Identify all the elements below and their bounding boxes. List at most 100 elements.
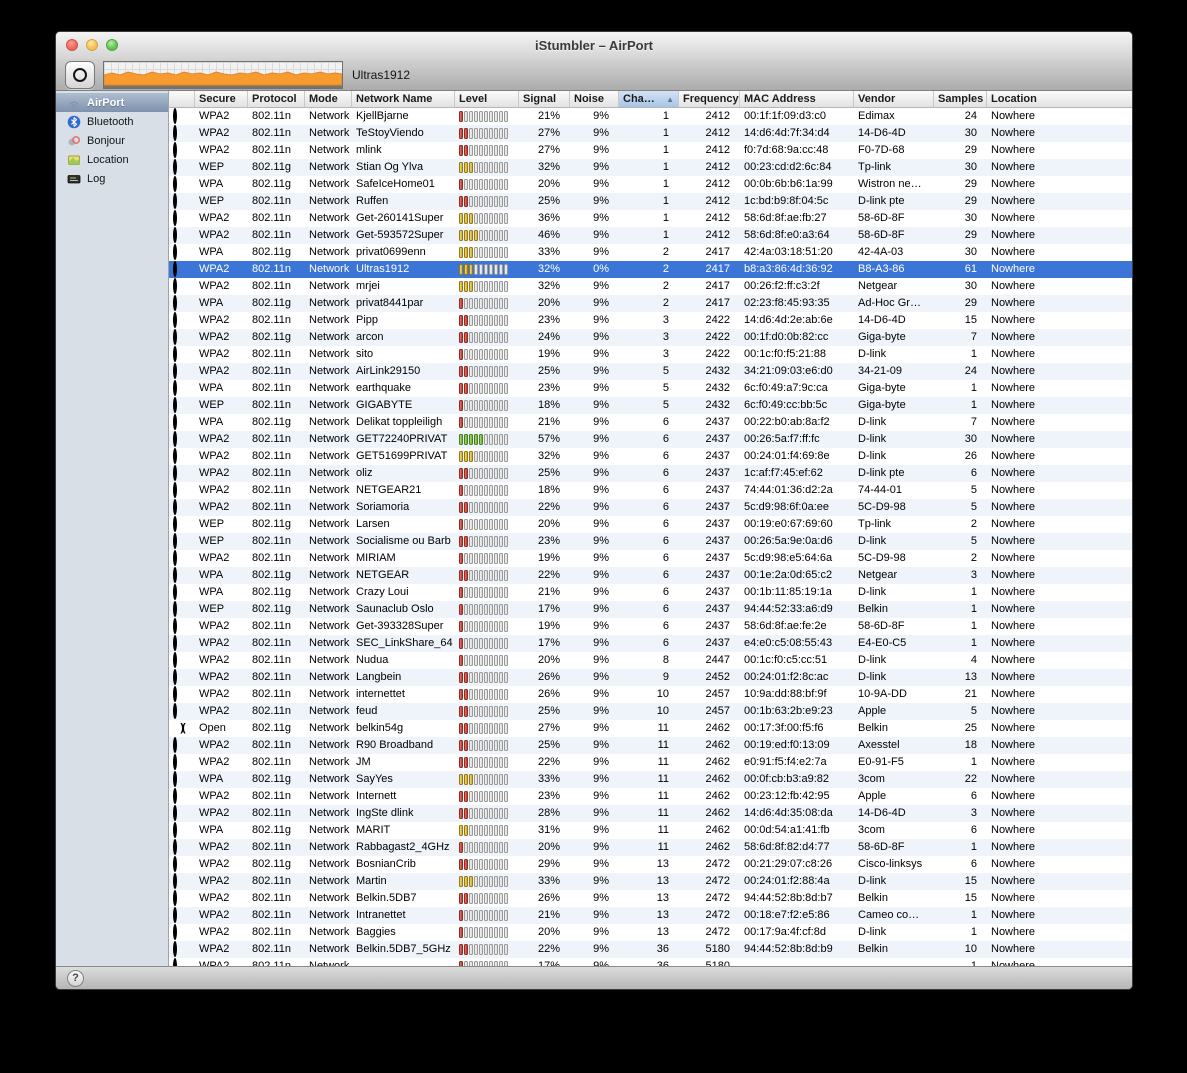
table-row[interactable]: WPA2 802.11n Network mlink 27% 9% 1 2412 f0:7d:6… bbox=[169, 142, 1132, 159]
table-row[interactable]: WPA2 802.11n Network Martin 33% 9% 13 2472 00:24… bbox=[169, 873, 1132, 890]
cell-vendor: Tp-link bbox=[858, 161, 892, 173]
column-header-signal[interactable]: Signal bbox=[519, 91, 570, 107]
close-button[interactable] bbox=[66, 39, 78, 51]
table-row[interactable]: WPA2 802.11n Network GET51699PRIVAT 32% 9% 6 24… bbox=[169, 448, 1132, 465]
table-row[interactable]: WPA2 802.11n Network JM 22% 9% 11 2462 e0:91:f5:… bbox=[169, 754, 1132, 771]
table-row[interactable]: WPA2 802.11n Network internettet 26% 9% 10 2457… bbox=[169, 686, 1132, 703]
level-segment bbox=[459, 502, 463, 513]
cell-secure: WPA2 bbox=[199, 909, 230, 921]
table-row[interactable]: WPA2 802.11n Network Intranettet 21% 9% 13 2472… bbox=[169, 907, 1132, 924]
toolbar: Ultras1912 bbox=[56, 59, 1132, 91]
level-segment bbox=[504, 128, 508, 139]
table-row[interactable]: WPA2 802.11n Network Nudua 20% 9% 8 2447 00:1c:f… bbox=[169, 652, 1132, 669]
table-row[interactable]: WEP 802.11g Network Stian Og Ylva 32% 9% 1 2412… bbox=[169, 159, 1132, 176]
table-row[interactable]: WPA2 802.11n Network Pipp 23% 9% 3 2422 14:d6:4d… bbox=[169, 312, 1132, 329]
sidebar-item-location[interactable]: Location bbox=[56, 150, 168, 169]
column-header-vendor[interactable]: Vendor bbox=[854, 91, 934, 107]
column-header-noise[interactable]: Noise bbox=[570, 91, 619, 107]
table-row[interactable]: WEP 802.11n Network GIGABYTE 18% 9% 5 2432 6c:f0… bbox=[169, 397, 1132, 414]
table-row[interactable]: WPA2 802.11n Network Get-393328Super 19% 9% 6 2… bbox=[169, 618, 1132, 635]
help-button[interactable]: ? bbox=[67, 970, 84, 987]
table-row[interactable]: WPA2 802.11n Network sito 19% 9% 3 2422 00:1c:f0… bbox=[169, 346, 1132, 363]
table-row[interactable]: WPA2 802.11n Network Rabbagast2_4GHz 20% 9% 11… bbox=[169, 839, 1132, 856]
table-row[interactable]: WPA 802.11g Network Crazy Loui 21% 9% 6 2437 00:… bbox=[169, 584, 1132, 601]
table-row[interactable]: WEP 802.11g Network Larsen 20% 9% 6 2437 00:19:e… bbox=[169, 516, 1132, 533]
level-segment bbox=[494, 587, 498, 598]
table-row[interactable]: WPA 802.11g Network privat0699enn 33% 9% 2 2417… bbox=[169, 244, 1132, 261]
table-row[interactable]: WPA 802.11g Network Delikat toppleiligh 21% 9… bbox=[169, 414, 1132, 431]
table-row[interactable]: WPA2 802.11n Network Belkin.5DB7_5GHz 22% 9% 3… bbox=[169, 941, 1132, 958]
table-row[interactable]: WPA2 802.11n Network SEC_LinkShare_64 17% 9% 6… bbox=[169, 635, 1132, 652]
table-row[interactable]: WPA2 802.11n Network Langbein 26% 9% 9 2452 00:2… bbox=[169, 669, 1132, 686]
ring-glyph bbox=[173, 244, 177, 260]
table-row[interactable]: WPA 802.11g Network MARIT 31% 9% 11 2462 00:0d:5… bbox=[169, 822, 1132, 839]
column-header-channel[interactable]: Cha… ▲ bbox=[619, 91, 679, 107]
cell-secure: WPA2 bbox=[199, 739, 230, 751]
column-header-mode[interactable]: Mode bbox=[305, 91, 352, 107]
table-row[interactable]: WPA2 802.11n Network Get-260141Super 36% 9% 1 2… bbox=[169, 210, 1132, 227]
cell-signal: 33% bbox=[537, 246, 560, 258]
column-header-samples[interactable]: Samples bbox=[934, 91, 987, 107]
level-segment bbox=[489, 876, 493, 887]
level-segment bbox=[494, 417, 498, 428]
level-segment bbox=[469, 723, 473, 734]
table-row[interactable]: WPA2 802.11n Network GET72240PRIVAT 57% 9% 6 24… bbox=[169, 431, 1132, 448]
column-header-level[interactable]: Level bbox=[455, 91, 519, 107]
table-row[interactable]: WPA2 802.11n Network Belkin.5DB7 26% 9% 13 2472… bbox=[169, 890, 1132, 907]
cell-protocol: 802.11n bbox=[252, 892, 291, 904]
title-bar[interactable]: iStumbler – AirPort bbox=[56, 32, 1132, 59]
table-row[interactable]: WPA 802.11n Network earthquake 23% 9% 5 2432 6c:… bbox=[169, 380, 1132, 397]
table-row[interactable]: WPA 802.11g Network SayYes 33% 9% 11 2462 00:0f:… bbox=[169, 771, 1132, 788]
table-row[interactable]: WPA2 802.11n Network Internett 23% 9% 11 2462 00… bbox=[169, 788, 1132, 805]
cell-location: Nowhere bbox=[991, 467, 1036, 479]
sidebar-item-bonjour[interactable]: Bonjour bbox=[56, 131, 168, 150]
table-row[interactable]: )(Open 802.11g Network belkin54g 27% 9% 11 2462… bbox=[169, 720, 1132, 737]
level-segment bbox=[504, 111, 508, 122]
sidebar-item-airport[interactable]: AirPort bbox=[56, 93, 168, 112]
table-row[interactable]: WPA2 802.11n Network Ultras1912 32% 0% 2 2417 b8… bbox=[169, 261, 1132, 278]
level-segment bbox=[504, 468, 508, 479]
ring-glyph bbox=[173, 380, 177, 396]
cell-channel: 36 bbox=[656, 960, 669, 966]
table-row[interactable]: WPA2 802.11n Network NETGEAR21 18% 9% 6 2437 74:… bbox=[169, 482, 1132, 499]
sidebar-item-bluetooth[interactable]: Bluetooth bbox=[56, 112, 168, 131]
table-row[interactable]: WPA2 802.11n Network KjellBjarne 21% 9% 1 2412 0… bbox=[169, 108, 1132, 125]
table-row[interactable]: WPA2 802.11n Network Get-593572Super 46% 9% 1 2… bbox=[169, 227, 1132, 244]
table-row[interactable]: WPA2 802.11n Network Baggies 20% 9% 13 2472 00:1… bbox=[169, 924, 1132, 941]
cell-channel: 3 bbox=[662, 348, 669, 360]
table-row[interactable]: WPA2 802.11n Network IngSte dlink 28% 9% 11 246… bbox=[169, 805, 1132, 822]
zoom-button[interactable] bbox=[106, 39, 118, 51]
table-row[interactable]: WPA2 802.11n Network Soriamoria 22% 9% 6 2437 5c… bbox=[169, 499, 1132, 516]
table-row[interactable]: WPA2 802.11g Network BosnianCrib 29% 9% 13 2472… bbox=[169, 856, 1132, 873]
level-segment bbox=[504, 162, 508, 173]
table-row[interactable]: WPA2 802.11n Network TeStoyViendo 27% 9% 1 2412… bbox=[169, 125, 1132, 142]
table-row[interactable]: WEP 802.11n Network Ruffen 25% 9% 1 2412 1c:bd:b… bbox=[169, 193, 1132, 210]
column-header-mac[interactable]: MAC Address bbox=[740, 91, 854, 107]
table-row[interactable]: WPA2 802.11n Network MIRIAM 19% 9% 6 2437 5c:d9:… bbox=[169, 550, 1132, 567]
table-row[interactable]: WEP 802.11g Network Saunaclub Oslo 17% 9% 6 243… bbox=[169, 601, 1132, 618]
table-row[interactable]: WPA2 802.11n Network feud 25% 9% 10 2457 00:1b:6… bbox=[169, 703, 1132, 720]
table-row[interactable]: WPA2 802.11n Network 17% 9% 36 5180 1 Nowhere bbox=[169, 958, 1132, 966]
cell-secure: WPA2 bbox=[199, 926, 230, 938]
minimize-button[interactable] bbox=[86, 39, 98, 51]
cell-protocol: 802.11n bbox=[252, 450, 291, 462]
column-header-location[interactable]: Location bbox=[987, 91, 1132, 107]
column-header-frequency[interactable]: Frequency bbox=[679, 91, 740, 107]
table-row[interactable]: WPA2 802.11n Network AirLink29150 25% 9% 5 2432… bbox=[169, 363, 1132, 380]
table-row[interactable]: WPA2 802.11n Network R90 Broadband 25% 9% 11 24… bbox=[169, 737, 1132, 754]
table-row[interactable]: WEP 802.11n Network Socialisme ou Barb 23% 9%… bbox=[169, 533, 1132, 550]
cell-vendor: D-link pte bbox=[858, 195, 905, 207]
column-header-secure[interactable]: Secure bbox=[195, 91, 248, 107]
monitor-button[interactable] bbox=[65, 60, 95, 89]
network-table-body[interactable]: WPA2 802.11n Network KjellBjarne 21% 9% 1 2412 0… bbox=[169, 108, 1132, 966]
table-row[interactable]: WPA 802.11g Network SafeIceHome01 20% 9% 1 2412… bbox=[169, 176, 1132, 193]
table-row[interactable]: WPA 802.11g Network privat8441par 20% 9% 2 2417… bbox=[169, 295, 1132, 312]
table-row[interactable]: WPA 802.11g Network NETGEAR 22% 9% 6 2437 00:1e:… bbox=[169, 567, 1132, 584]
column-header-name[interactable]: Network Name bbox=[352, 91, 455, 107]
table-row[interactable]: WPA2 802.11g Network arcon 24% 9% 3 2422 00:1f:d… bbox=[169, 329, 1132, 346]
column-header-protocol[interactable]: Protocol bbox=[248, 91, 305, 107]
column-header-secure-icon[interactable] bbox=[169, 91, 195, 107]
sidebar-item-log[interactable]: Log bbox=[56, 169, 168, 188]
table-row[interactable]: WPA2 802.11n Network oliz 25% 9% 6 2437 1c:af:f7… bbox=[169, 465, 1132, 482]
table-row[interactable]: WPA2 802.11n Network mrjei 32% 9% 2 2417 00:26:f… bbox=[169, 278, 1132, 295]
